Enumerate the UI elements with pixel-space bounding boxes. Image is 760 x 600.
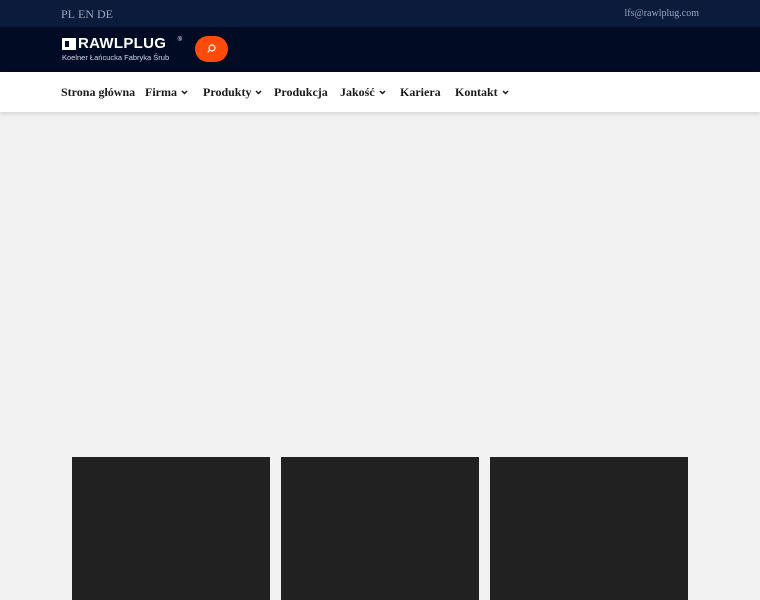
rawlplug-logo[interactable]: RAWLPLUG ® Koelner Łańcucka Fabryka Śrub [62,35,182,63]
top-bar: PL EN DE lfs@rawlplug.com [0,0,760,27]
chevron-down-icon [502,90,509,95]
nav-item-jakosc[interactable]: Jakość [340,85,386,100]
nav-item-strona-glowna[interactable]: Strona główna [61,85,135,100]
nav-item-produkcja[interactable]: Produkcja [274,85,328,100]
nav-label: Jakość [340,85,375,99]
main-nav: Strona główna Firma Produkty Produkcja J… [0,72,760,112]
feature-card[interactable] [281,457,479,600]
lang-de-link[interactable]: DE [97,7,113,21]
header: RAWLPLUG ® Koelner Łańcucka Fabryka Śrub [0,27,760,72]
feature-card[interactable] [490,457,688,600]
nav-label: Kontakt [455,85,498,99]
lang-en-link[interactable]: EN [78,7,94,21]
logo-wordmark: RAWLPLUG [78,35,167,52]
nav-label: Produkty [203,85,252,99]
chevron-down-icon [379,90,386,95]
language-switcher: PL EN DE [61,7,116,22]
nav-item-firma[interactable]: Firma [145,85,188,100]
email-link[interactable]: lfs@rawlplug.com [625,8,699,19]
nav-label: Firma [145,85,177,99]
search-button[interactable] [195,36,228,62]
logo-mark-icon [62,38,76,50]
nav-item-kontakt[interactable]: Kontakt [455,85,509,100]
nav-label: Produkcja [274,85,328,99]
search-icon [207,44,216,53]
feature-card[interactable] [72,457,270,600]
nav-item-kariera[interactable]: Kariera [400,85,441,100]
lang-pl-link[interactable]: PL [61,7,75,21]
logo-trademark: ® [177,37,182,43]
nav-label: Strona główna [61,85,136,99]
chevron-down-icon [255,90,262,95]
chevron-down-icon [181,90,188,95]
logo-subtitle: Koelner Łańcucka Fabryka Śrub [62,53,170,62]
nav-label: Kariera [400,85,441,99]
nav-item-produkty[interactable]: Produkty [203,85,262,100]
